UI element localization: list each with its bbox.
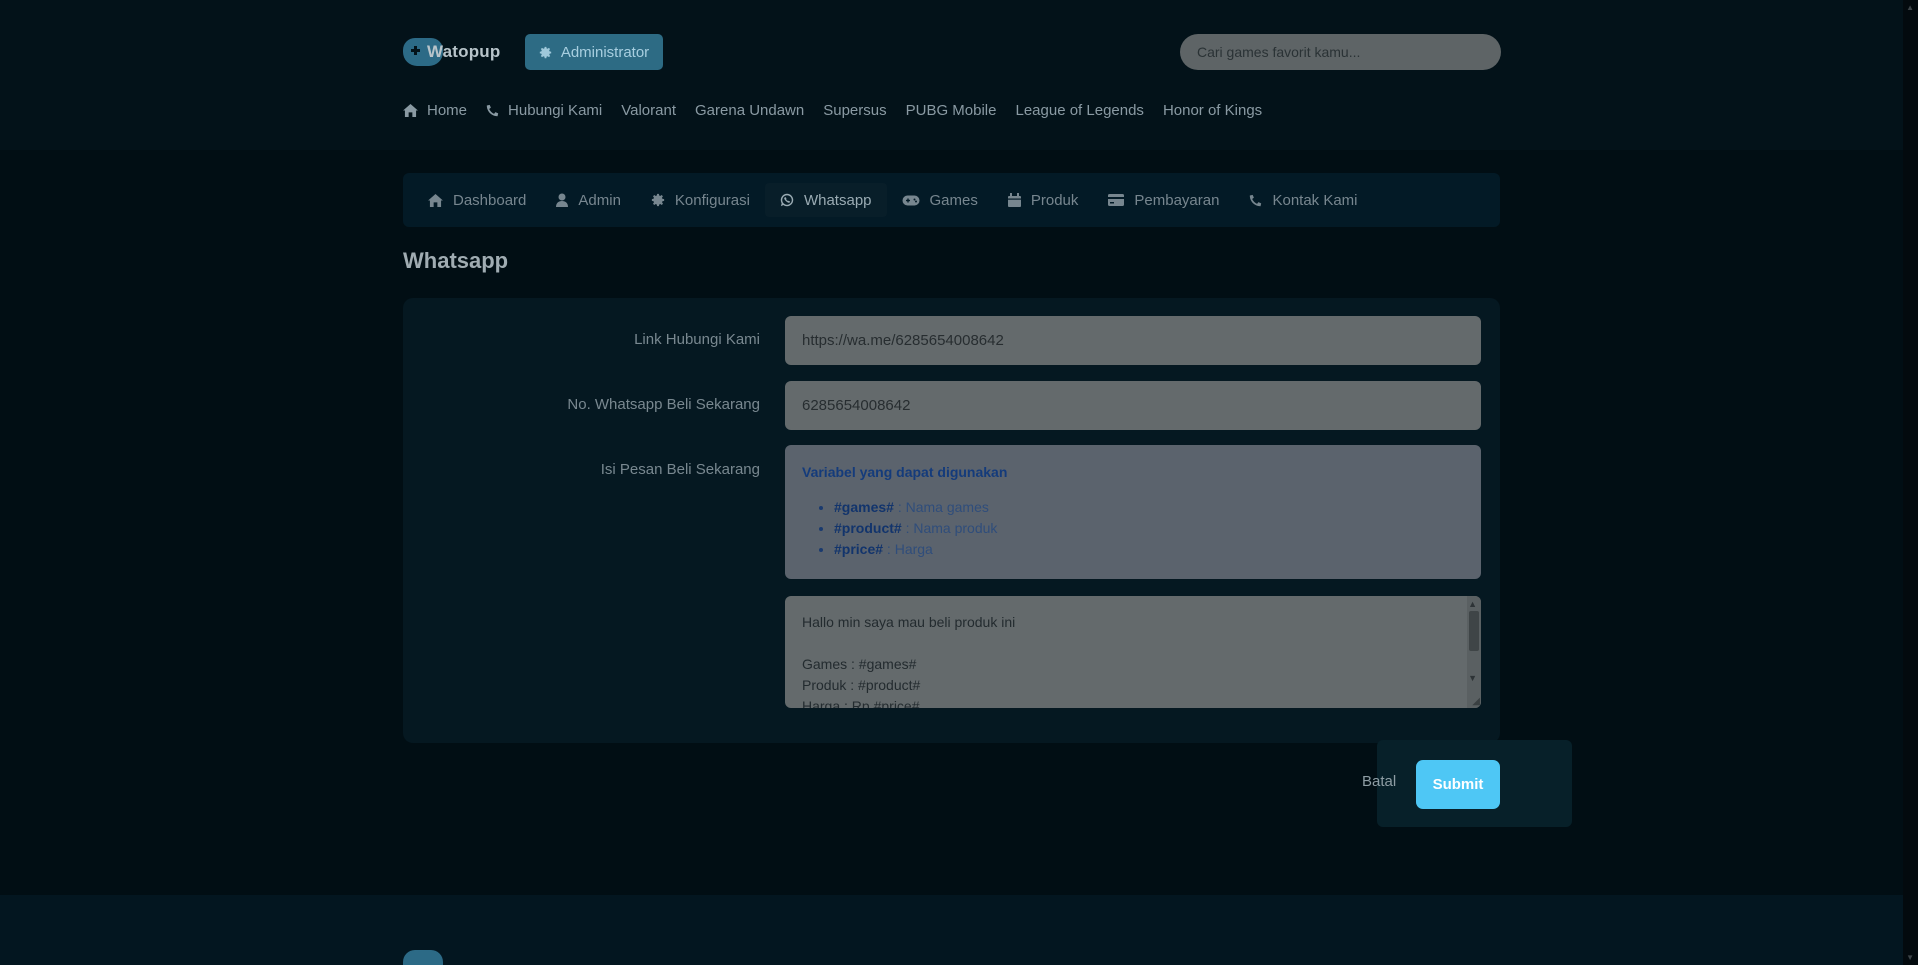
variable-desc: : Nama produk [901,520,998,536]
tab-kontak-kami[interactable]: Kontak Kami [1234,183,1372,217]
card-icon [1108,194,1125,206]
top-navigation: Home Hubungi Kami Valorant Garena Undawn… [403,98,1262,122]
user-icon [556,193,569,207]
tab-label: Konfigurasi [674,191,750,209]
tab-pembayaran[interactable]: Pembayaran [1093,183,1234,217]
page: Watopup Administrator Home Hubungi Kami … [0,0,1918,965]
tab-games[interactable]: Games [887,183,993,217]
gear-icon [651,193,665,207]
box-icon [1007,193,1021,207]
link-hubungi-kami-field[interactable] [785,316,1481,365]
variable-key: #games# [834,499,894,515]
variable-item: #price# : Harga [834,539,1464,560]
message-textarea[interactable]: Hallo min saya mau beli produk ini Games… [785,596,1481,708]
gear-icon [539,46,552,59]
logo-text: Watopup [427,42,501,61]
whatsapp-icon [780,193,794,207]
phone-icon [1249,194,1262,207]
nav-item-home[interactable]: Home [403,102,467,119]
gamepad-icon [902,195,920,206]
admin-tabs: Dashboard Admin Konfigurasi Whatsapp Gam… [403,173,1500,227]
variables-info-box: Variabel yang dapat digunakan #games# : … [785,445,1481,579]
tab-label: Dashboard [453,191,527,209]
logo[interactable]: Watopup [403,34,500,70]
variables-list: #games# : Nama games #product# : Nama pr… [802,497,1464,560]
tab-label: Produk [1030,191,1079,209]
variables-title: Variabel yang dapat digunakan [802,464,1008,480]
whatsapp-number-label: No. Whatsapp Beli Sekarang [567,396,760,413]
home-icon [428,193,443,207]
variable-desc: : Harga [883,541,933,557]
variable-key: #product# [834,520,902,536]
tab-admin[interactable]: Admin [541,183,636,217]
whatsapp-number-field[interactable] [785,381,1481,430]
nav-label: Supersus [823,101,887,119]
nav-item-league-of-legends[interactable]: League of Legends [1015,102,1143,119]
nav-item-honor-of-kings[interactable]: Honor of Kings [1163,102,1262,119]
tab-label: Admin [578,191,621,209]
scrollbar-thumb[interactable] [1469,611,1479,651]
variable-item: #product# : Nama produk [834,518,1464,539]
message-text: Hallo min saya mau beli produk ini Games… [802,614,1016,708]
tab-label: Pembayaran [1134,191,1220,209]
administrator-label: Administrator [560,43,650,61]
nav-item-hubungi-kami[interactable]: Hubungi Kami [486,102,602,119]
phone-icon [486,104,499,117]
tab-konfigurasi[interactable]: Konfigurasi [636,183,765,217]
nav-label: Honor of Kings [1162,101,1263,119]
variable-item: #games# : Nama games [834,497,1464,518]
link-hubungi-kami-label: Link Hubungi Kami [634,331,760,348]
tab-produk[interactable]: Produk [993,183,1094,217]
tab-label: Games [929,191,978,209]
submit-button[interactable]: Submit [1416,760,1500,809]
page-title: Whatsapp [403,248,509,273]
nav-label: Hubungi Kami [508,101,603,119]
nav-item-supersus[interactable]: Supersus [823,102,886,119]
footer-logo-icon [403,950,443,965]
scroll-up-icon[interactable]: ▲ [1906,3,1914,12]
scroll-down-icon[interactable]: ▼ [1906,953,1914,962]
nav-label: PUBG Mobile [905,101,997,119]
tab-label: Whatsapp [803,191,872,209]
variable-desc: : Nama games [893,499,989,515]
header-background [0,0,1918,150]
scroll-down-icon[interactable]: ▼ [1468,673,1477,683]
search-input[interactable] [1180,34,1501,70]
scroll-up-icon[interactable]: ▲ [1468,599,1477,609]
tab-label: Kontak Kami [1272,191,1358,209]
variable-key: #price# [834,541,884,557]
nav-label: League of Legends [1015,101,1144,119]
tab-whatsapp[interactable]: Whatsapp [764,183,887,217]
home-icon [403,103,418,117]
nav-label: Home [427,101,468,119]
tab-dashboard[interactable]: Dashboard [413,183,541,217]
nav-item-valorant[interactable]: Valorant [621,102,676,119]
cancel-button[interactable]: Batal [1362,773,1396,790]
message-label: Isi Pesan Beli Sekarang [600,461,760,478]
nav-label: Valorant [621,101,676,119]
resize-handle-icon[interactable]: ◢ [1472,696,1480,707]
footer-background [0,895,1918,965]
page-scrollbar[interactable]: ▲ ▼ [1903,0,1918,965]
nav-label: Garena Undawn [695,101,805,119]
textarea-scrollbar[interactable]: ▲ ▼ [1467,596,1481,708]
nav-item-pubg-mobile[interactable]: PUBG Mobile [906,102,997,119]
administrator-button[interactable]: Administrator [525,34,663,70]
nav-item-garena-undawn[interactable]: Garena Undawn [695,102,804,119]
